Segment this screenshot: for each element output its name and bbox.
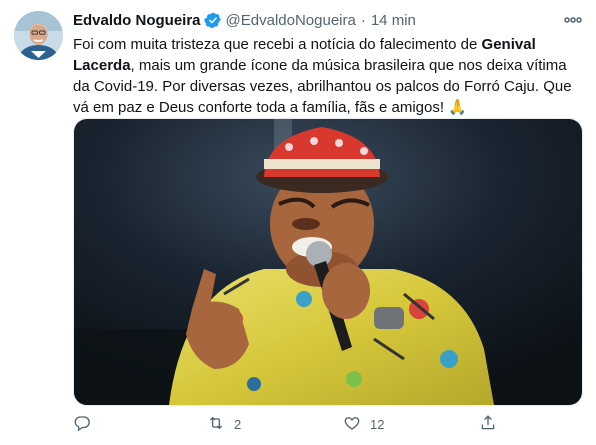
- share-button[interactable]: [479, 413, 497, 435]
- tweet-text: Foi com muita tristeza que recebi a notí…: [73, 34, 583, 118]
- share-icon: [479, 414, 497, 435]
- avatar[interactable]: [14, 11, 63, 60]
- separator-dot: ·: [360, 11, 366, 29]
- tweet-actions: 2 12: [73, 413, 513, 435]
- verified-badge-icon: [203, 11, 222, 29]
- tweet-timestamp[interactable]: 14 min: [371, 12, 416, 29]
- tweet-text-part: Foi com muita tristeza que recebi a notí…: [73, 36, 482, 53]
- avatar-photo: [14, 11, 63, 60]
- tweet-card: Edvaldo Nogueira @EdvaldoNogueira · 14 m…: [0, 0, 596, 445]
- reply-button[interactable]: [73, 413, 100, 435]
- reply-icon: [73, 414, 91, 435]
- tweet-header: Edvaldo Nogueira @EdvaldoNogueira · 14 m…: [73, 10, 582, 30]
- pray-emoji: 🙏: [448, 99, 467, 116]
- tweet-photo[interactable]: [73, 118, 583, 406]
- retweet-count: 2: [234, 416, 242, 432]
- author-name[interactable]: Edvaldo Nogueira: [73, 12, 201, 29]
- tweet-text-part: , mais um grande ícone da música brasile…: [73, 57, 572, 116]
- like-count: 12: [370, 416, 385, 432]
- more-options-icon[interactable]: [564, 12, 582, 28]
- heart-icon: [343, 414, 361, 435]
- like-button[interactable]: 12: [343, 413, 384, 435]
- retweet-button[interactable]: 2: [207, 413, 241, 435]
- singer-photo: [74, 119, 582, 405]
- author-handle[interactable]: @EdvaldoNogueira: [226, 12, 356, 29]
- retweet-icon: [207, 414, 225, 435]
